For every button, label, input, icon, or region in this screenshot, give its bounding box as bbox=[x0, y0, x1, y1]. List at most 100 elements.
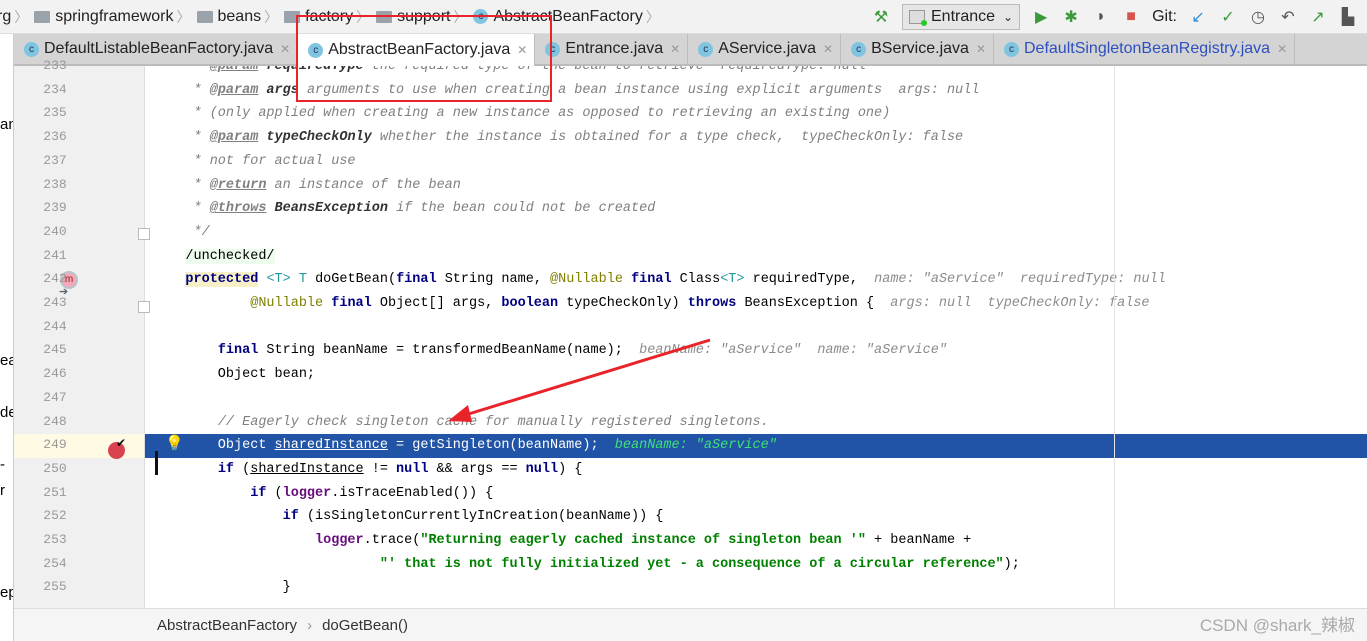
git-history-icon[interactable]: ◷ bbox=[1249, 7, 1267, 27]
breadcrumb: rg〉springframework〉beans〉factory〉support… bbox=[0, 7, 663, 27]
stop-icon[interactable]: ■ bbox=[1122, 8, 1140, 26]
line-number: 236 bbox=[43, 129, 67, 145]
line-number: 234 bbox=[43, 81, 67, 97]
chevron-down-icon: ⌄ bbox=[1003, 10, 1014, 24]
folder-icon bbox=[34, 10, 51, 23]
tab-file[interactable]: c Entrance.java ✕ bbox=[535, 34, 689, 64]
project-tree-fragment[interactable]: r bbox=[0, 482, 5, 499]
coverage-icon[interactable]: ◗ bbox=[1092, 8, 1110, 26]
text-caret bbox=[155, 451, 158, 475]
current-execution-line: Object sharedInstance = getSingleton(bea… bbox=[145, 434, 1367, 458]
line-number: 255 bbox=[43, 579, 67, 595]
code-line: if (logger.isTraceEnabled()) { bbox=[145, 482, 1367, 506]
lightbulb-icon[interactable]: 💡 bbox=[165, 434, 184, 452]
code-line: */ bbox=[145, 221, 1367, 245]
code-token: boolean bbox=[501, 296, 559, 311]
tab-file[interactable]: c BService.java ✕ bbox=[841, 34, 994, 64]
folder-icon bbox=[376, 10, 393, 23]
class-icon: c bbox=[473, 9, 489, 24]
code-token: Object[] args, bbox=[371, 296, 502, 311]
git-push-icon[interactable]: ↗ bbox=[1309, 7, 1327, 27]
close-icon[interactable]: ✕ bbox=[823, 42, 833, 56]
code-token: typeCheckOnly bbox=[258, 130, 372, 146]
code-token: @param bbox=[209, 130, 259, 146]
tab-file[interactable]: c AbstractBeanFactory.java ✕ bbox=[298, 34, 536, 66]
close-icon[interactable]: ✕ bbox=[976, 42, 986, 56]
line-number: 253 bbox=[43, 532, 67, 547]
breakpoint-check-icon: ✔ bbox=[116, 436, 127, 450]
code-token: @Nullable bbox=[250, 296, 324, 311]
git-rollback-icon[interactable]: ↶ bbox=[1279, 7, 1297, 27]
code-token: <T> bbox=[266, 272, 291, 288]
code-line: * not for actual use bbox=[145, 150, 1367, 174]
git-commit-icon[interactable]: ✓ bbox=[1219, 7, 1237, 27]
class-icon: c bbox=[1004, 41, 1019, 57]
code-token: typeCheckOnly) bbox=[558, 296, 688, 311]
close-icon[interactable]: ✕ bbox=[1277, 42, 1287, 56]
code-token: throws bbox=[687, 296, 737, 311]
project-tree-fragment[interactable]: ea bbox=[0, 352, 13, 369]
code-token: BeansException bbox=[266, 201, 388, 217]
code-line: if (isSingletonCurrentlyInCreation(beanN… bbox=[145, 505, 1367, 529]
code-token: * bbox=[153, 201, 210, 217]
breadcrumb-item[interactable]: factory 〉 bbox=[281, 7, 373, 27]
breadcrumb-item[interactable]: rg〉 bbox=[0, 7, 31, 27]
close-icon[interactable]: ✕ bbox=[517, 43, 527, 57]
close-icon[interactable]: ✕ bbox=[280, 42, 290, 56]
run-config-select[interactable]: Entrance ⌄ bbox=[902, 4, 1021, 30]
chevron-right-icon: 〉 bbox=[453, 8, 468, 25]
code-token: requiredType bbox=[258, 66, 364, 74]
project-structure-icon[interactable]: ▙ bbox=[1339, 7, 1357, 27]
project-tree-fragment[interactable]: ep bbox=[0, 584, 13, 601]
project-tree-fragment[interactable]: de bbox=[0, 404, 13, 421]
crumb-method[interactable]: doGetBean() bbox=[322, 617, 408, 634]
code-token: (isSingletonCurrentlyInCreation(beanName… bbox=[298, 509, 664, 525]
tab-file[interactable]: c DefaultSingletonBeanRegistry.java ✕ bbox=[994, 34, 1296, 64]
crumb-class[interactable]: AbstractBeanFactory bbox=[157, 617, 297, 634]
class-icon: c bbox=[698, 41, 714, 57]
debug-bug-icon[interactable]: ✱ bbox=[1062, 7, 1080, 27]
git-label: Git: bbox=[1152, 8, 1177, 25]
class-icon: c bbox=[545, 41, 561, 57]
run-icon[interactable]: ▶ bbox=[1032, 7, 1050, 27]
code-token: beanName: "aService" name: "aService" bbox=[639, 343, 947, 359]
close-icon[interactable]: ✕ bbox=[670, 42, 680, 56]
line-number: 254 bbox=[43, 555, 67, 571]
code-token: requiredType, bbox=[744, 272, 875, 288]
code-token: "Returning eagerly cached instance of si… bbox=[420, 533, 866, 548]
line-number: 249 bbox=[43, 437, 67, 453]
breadcrumb-item[interactable]: beans 〉 bbox=[194, 7, 282, 27]
code-line: /unchecked/ bbox=[145, 245, 1367, 269]
code-token: && args == bbox=[428, 461, 526, 477]
code-token: an instance of the bean bbox=[266, 177, 461, 193]
status-breadcrumb: AbstractBeanFactory › doGetBean() bbox=[14, 608, 1367, 641]
code-line: * @throws BeansException if the bean cou… bbox=[145, 197, 1367, 221]
project-tree-fragment[interactable]: - bbox=[0, 456, 5, 473]
breadcrumb-item[interactable]: springframework 〉 bbox=[31, 7, 193, 27]
code-token: Object bean; bbox=[153, 367, 316, 383]
code-line: if (sharedInstance != null && args == nu… bbox=[145, 458, 1367, 482]
code-token: <T> bbox=[720, 272, 745, 288]
code-token: final bbox=[217, 343, 259, 359]
code-token: protected bbox=[185, 272, 259, 288]
tab-file[interactable]: c AService.java ✕ bbox=[688, 34, 842, 64]
build-hammer-icon[interactable]: ⚒ bbox=[872, 7, 890, 27]
breadcrumb-label: beans bbox=[217, 7, 262, 25]
code-token: if bbox=[250, 485, 267, 501]
code-editor[interactable]: 💡 * @param requiredType the required typ… bbox=[145, 66, 1367, 608]
code-token: args bbox=[258, 82, 299, 98]
git-update-icon[interactable]: ↙ bbox=[1189, 7, 1207, 27]
code-token: /unchecked/ bbox=[185, 248, 275, 264]
breadcrumb-item[interactable]: support 〉 bbox=[373, 7, 470, 27]
code-token: arguments to use when creating a bean in… bbox=[298, 82, 980, 98]
breadcrumb-item[interactable]: c AbstractBeanFactory 〉 bbox=[470, 7, 662, 27]
code-token: ( bbox=[266, 485, 283, 501]
project-tree-fragment[interactable]: an bbox=[0, 116, 13, 133]
line-number: 250 bbox=[43, 460, 67, 476]
